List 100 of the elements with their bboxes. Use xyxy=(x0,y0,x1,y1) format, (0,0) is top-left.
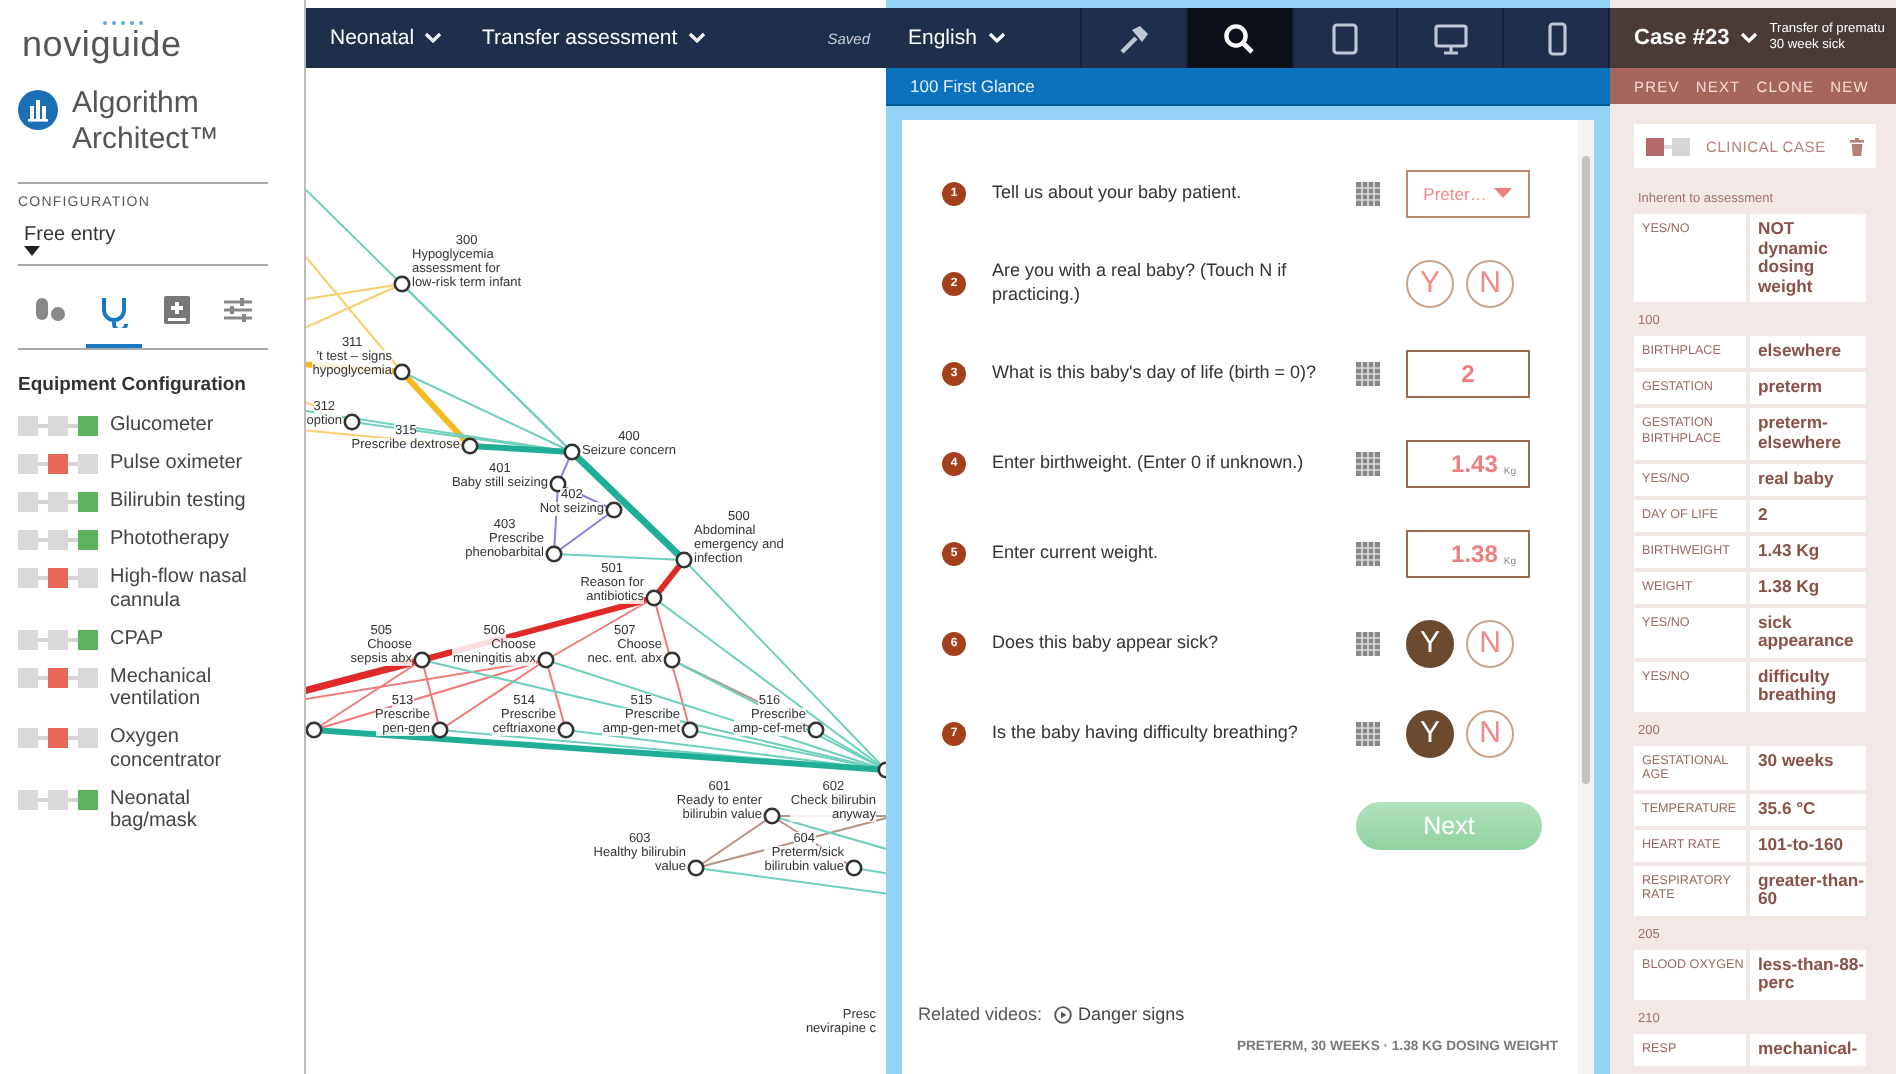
calculator-icon[interactable] xyxy=(1356,631,1380,655)
availability-toggle[interactable] xyxy=(18,629,98,649)
question-text: Is the baby having difficulty breathing? xyxy=(992,721,1300,745)
availability-toggle[interactable] xyxy=(18,568,98,588)
monitor-icon xyxy=(1433,21,1468,55)
stethoscope-icon xyxy=(98,294,130,328)
equipment-name: Neonatal bag/mask xyxy=(110,787,199,833)
question-text: Enter birthweight. (Enter 0 if unknown.) xyxy=(992,451,1306,475)
availability-toggle[interactable] xyxy=(18,667,98,687)
answer-dropdown[interactable]: Preter… xyxy=(1406,169,1530,217)
field-value: real baby xyxy=(1750,463,1866,496)
availability-toggle[interactable] xyxy=(18,728,98,748)
search-icon xyxy=(1222,21,1257,55)
chevron-icon xyxy=(687,32,706,44)
field-value: 101-to-160 xyxy=(1750,829,1866,862)
tablet-icon xyxy=(1327,21,1362,55)
node-circle[interactable] xyxy=(687,859,705,877)
scrollbar[interactable] xyxy=(1578,120,1594,1074)
field-value: preterm-elsewhere xyxy=(1750,408,1866,460)
chevron-icon xyxy=(988,32,1007,44)
field-value: greater-than-60 xyxy=(1750,865,1866,916)
section-bar: 100 First Glance xyxy=(886,68,1610,106)
medical-card-icon xyxy=(162,294,194,328)
field-value: mechanical- xyxy=(1750,1033,1866,1066)
node-circle[interactable] xyxy=(807,721,825,739)
node-circle[interactable] xyxy=(413,651,431,669)
node-circle[interactable] xyxy=(549,475,567,493)
category-tab[interactable] xyxy=(86,294,142,348)
calculator-icon[interactable] xyxy=(1356,721,1380,745)
answer-option[interactable]: Y xyxy=(1406,619,1454,667)
node-circle[interactable] xyxy=(461,437,479,455)
node-circle[interactable] xyxy=(545,545,563,563)
case-dropdown[interactable]: Case #23 xyxy=(1634,26,1758,50)
play-icon xyxy=(1054,1005,1073,1023)
equipment-name: Pulse oximeter xyxy=(110,452,243,475)
availability-toggle[interactable] xyxy=(18,416,98,436)
node-circle[interactable] xyxy=(393,363,411,381)
question-text: Tell us about your baby patient. xyxy=(992,181,1244,205)
availability-toggle[interactable] xyxy=(18,789,98,809)
calculator-icon[interactable] xyxy=(1356,361,1380,385)
question-text: Does this baby appear sick? xyxy=(992,631,1221,655)
node-circle[interactable] xyxy=(845,859,863,877)
field-value: 2 xyxy=(1750,499,1866,532)
menu-dropdown[interactable]: Neonatal xyxy=(330,26,443,50)
answer-option[interactable]: N xyxy=(1466,709,1514,757)
node-circle[interactable] xyxy=(681,721,699,739)
node-circle[interactable] xyxy=(675,551,693,569)
field-value: 1.43 Kg xyxy=(1750,535,1866,568)
node-circle[interactable] xyxy=(537,651,555,669)
video-link[interactable]: Danger signs xyxy=(1054,1004,1185,1024)
case-toggle[interactable] xyxy=(1646,137,1690,155)
field-value: sick appearance xyxy=(1750,607,1866,658)
node-circle[interactable] xyxy=(663,651,681,669)
field-value: difficulty breathing xyxy=(1750,661,1866,712)
equipment-name: CPAP xyxy=(110,627,163,650)
node-circle[interactable] xyxy=(763,807,781,825)
configuration-dropdown[interactable]: Free entry xyxy=(24,224,268,256)
node-circle[interactable] xyxy=(645,589,663,607)
field-value: 35.6 °C xyxy=(1750,793,1866,826)
field-value: preterm xyxy=(1750,372,1866,405)
view-tab[interactable] xyxy=(1187,8,1294,68)
node-circle[interactable] xyxy=(393,275,411,293)
trash-icon[interactable] xyxy=(1850,137,1864,155)
chevron-icon xyxy=(1739,32,1758,44)
answer-option[interactable]: Y xyxy=(1406,259,1454,307)
logo-dots-icon xyxy=(102,20,146,26)
availability-toggle[interactable] xyxy=(18,492,98,512)
equipment-name: Glucometer xyxy=(110,414,214,437)
chevron-icon xyxy=(424,32,443,44)
calculator-icon[interactable] xyxy=(1356,451,1380,475)
field-value: 1.38 Kg xyxy=(1750,571,1866,604)
availability-toggle[interactable] xyxy=(18,454,98,474)
product-name: Algorithm Architect™ xyxy=(72,86,221,158)
hammer-icon xyxy=(1116,21,1151,55)
calculator-icon[interactable] xyxy=(1356,541,1380,565)
question-text: What is this baby's day of life (birth = 0)? xyxy=(992,361,1319,385)
availability-toggle[interactable] xyxy=(18,530,98,550)
calculator-icon[interactable] xyxy=(1356,181,1380,205)
logo-wordmark: noviguide xyxy=(22,26,182,62)
answer-option[interactable]: N xyxy=(1466,619,1514,667)
node-circle[interactable] xyxy=(557,721,575,739)
answer-option[interactable]: Y xyxy=(1406,709,1454,757)
answer-field[interactable]: 2 xyxy=(1406,349,1530,397)
question-text: Are you with a real baby? (Touch N if practicing.) xyxy=(992,260,1289,306)
answer-option[interactable]: N xyxy=(1466,259,1514,307)
menu-dropdown[interactable]: Transfer assessment xyxy=(482,26,706,50)
equipment-name: Mechanical ventilation xyxy=(110,665,214,711)
related-label: Related videos: xyxy=(918,1004,1043,1024)
equipment-name: Bilirubin testing xyxy=(110,490,246,513)
section-heading: Equipment Configuration xyxy=(18,374,248,396)
field-value: 30 weeks xyxy=(1750,745,1866,790)
equipment-name: Phototherapy xyxy=(110,528,229,551)
node-circle[interactable] xyxy=(343,413,361,431)
node-circle[interactable] xyxy=(563,443,581,461)
node-circle[interactable] xyxy=(431,721,449,739)
field-value: elsewhere xyxy=(1750,336,1866,369)
sliders-icon xyxy=(222,294,254,328)
equipment-name: High-flow nasal cannula xyxy=(110,566,249,612)
node-circle[interactable] xyxy=(605,501,623,519)
field-value: less-than-88-perc xyxy=(1750,949,1866,1000)
